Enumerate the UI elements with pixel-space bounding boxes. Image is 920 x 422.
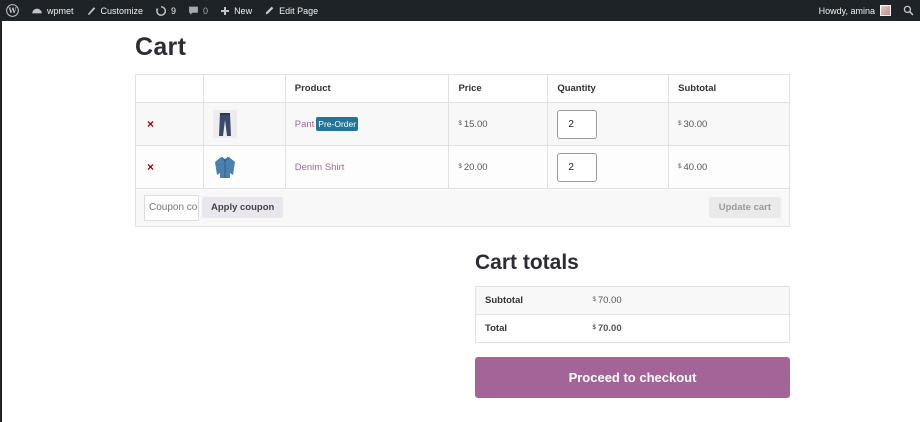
header-thumbnail	[202, 74, 286, 103]
cart-actions-row: Coupon code Apply coupon Update cart	[135, 188, 790, 227]
updates-link[interactable]: 9	[149, 0, 182, 21]
quantity-input[interactable]: 2	[557, 109, 598, 139]
new-content-link[interactable]: New	[214, 0, 258, 21]
currency-symbol: $	[458, 163, 462, 170]
total-amount: 70.00	[597, 323, 622, 334]
totals-subtotal-label: Subtotal	[475, 286, 586, 315]
product-thumbnail-denim-shirt[interactable]	[212, 153, 237, 181]
updates-icon	[155, 5, 167, 16]
updates-count: 9	[171, 5, 177, 16]
currency-symbol: $	[592, 325, 596, 332]
site-name-label: wpmet	[47, 5, 74, 16]
cart-item-row: × Denim Shirt $20.00 2 $40.00	[135, 145, 790, 189]
search-toggle[interactable]	[897, 0, 920, 21]
avatar	[880, 5, 891, 16]
quantity-input[interactable]: 2	[557, 152, 598, 182]
item-subtotal: $30.00	[668, 102, 790, 146]
customize-label: Customize	[100, 5, 144, 16]
brush-icon	[87, 7, 95, 15]
comments-count: 0	[203, 5, 209, 16]
page-content: Cart Product Price Quantity Subtotal × P…	[2, 21, 920, 422]
header-quantity: Quantity	[547, 74, 670, 103]
comments-link[interactable]: 0	[182, 0, 214, 21]
item-price: $15.00	[448, 102, 549, 146]
new-label: New	[234, 5, 253, 16]
currency-symbol: $	[678, 163, 682, 170]
coupon-code-input[interactable]: Coupon code	[144, 194, 199, 221]
remove-item-button[interactable]: ×	[147, 117, 154, 131]
item-subtotal: $40.00	[668, 145, 790, 189]
cart-item-row: × Pant Pre-Order $15.00 2 $30.00	[135, 102, 790, 146]
proceed-to-checkout-button[interactable]: Proceed to checkout	[475, 357, 790, 398]
svg-text:W: W	[7, 6, 17, 15]
apply-coupon-button[interactable]: Apply coupon	[202, 197, 284, 218]
product-thumbnail-pant[interactable]	[212, 110, 237, 138]
pencil-icon	[265, 6, 274, 15]
header-subtotal: Subtotal	[668, 74, 790, 103]
cart-table: Product Price Quantity Subtotal × Pant Pr…	[135, 74, 790, 227]
currency-symbol: $	[592, 297, 596, 304]
page-title: Cart	[135, 33, 187, 61]
item-subtotal-value: 40.00	[683, 161, 708, 173]
cart-totals-title: Cart totals	[475, 251, 579, 274]
edit-page-label: Edit Page	[279, 5, 319, 16]
totals-subtotal-row: Subtotal $70.00	[475, 286, 790, 315]
totals-total-row: Total $70.00	[475, 314, 790, 343]
item-price: $20.00	[448, 145, 549, 189]
totals-subtotal-value: $70.00	[585, 286, 790, 315]
comment-bubble-icon	[189, 6, 198, 15]
preorder-badge: Pre-Order	[316, 116, 359, 131]
item-price-value: 20.00	[463, 161, 488, 173]
totals-total-label: Total	[475, 314, 586, 343]
remove-item-button[interactable]: ×	[147, 160, 154, 174]
howdy-label: Howdy, amina	[818, 5, 875, 16]
my-account-link[interactable]: Howdy, amina	[813, 0, 897, 21]
header-price: Price	[448, 74, 549, 103]
edit-page-link[interactable]: Edit Page	[258, 0, 324, 21]
wordpress-logo-icon[interactable]: W	[0, 0, 25, 21]
cart-header-row: Product Price Quantity Subtotal	[135, 74, 790, 103]
item-subtotal-value: 30.00	[683, 118, 708, 130]
customize-link[interactable]: Customize	[80, 0, 150, 21]
product-name-link[interactable]: Denim Shirt	[295, 162, 345, 173]
currency-symbol: $	[678, 120, 682, 127]
dashboard-icon	[32, 8, 42, 13]
update-cart-button[interactable]: Update cart	[708, 197, 781, 218]
plus-icon	[221, 6, 230, 15]
cart-totals-table: Subtotal $70.00 Total $70.00	[475, 286, 790, 343]
admin-bar: W wpmet Customize 9 0 New Edit Page Howd…	[0, 0, 920, 21]
currency-symbol: $	[458, 120, 462, 127]
product-name-link[interactable]: Pant	[295, 119, 315, 130]
site-name-link[interactable]: wpmet	[25, 0, 80, 21]
header-product: Product	[284, 74, 450, 103]
item-price-value: 15.00	[463, 118, 488, 130]
search-icon	[903, 5, 914, 16]
header-remove	[135, 74, 204, 103]
totals-total-value: $70.00	[585, 314, 790, 343]
subtotal-amount: 70.00	[597, 295, 622, 306]
